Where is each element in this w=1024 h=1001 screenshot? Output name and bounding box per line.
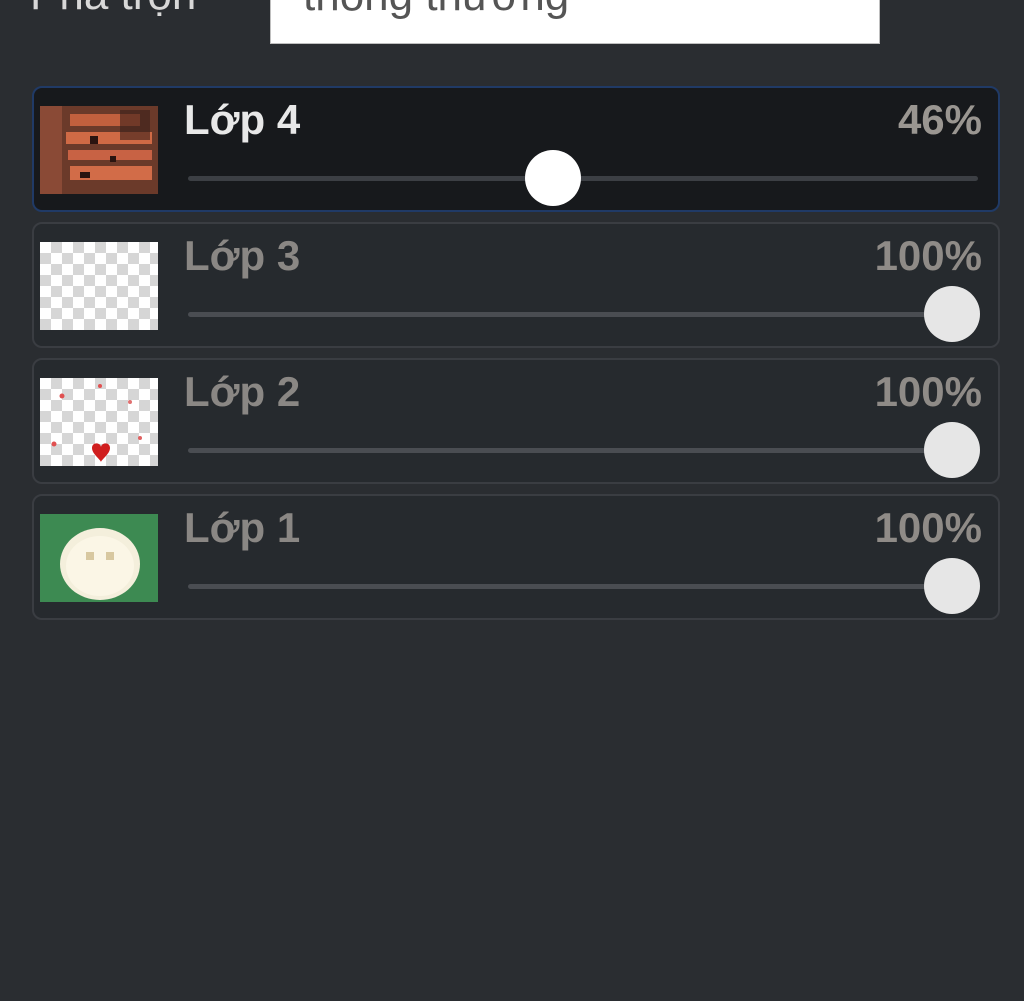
slider-handle[interactable] bbox=[525, 150, 582, 206]
opacity-slider[interactable] bbox=[188, 286, 980, 342]
layer-thumbnail bbox=[40, 242, 158, 330]
layer-thumbnail bbox=[40, 378, 158, 466]
slider-track bbox=[188, 312, 978, 317]
layer-opacity-value: 46% bbox=[897, 96, 982, 143]
layer-item-1[interactable]: Lớp 1 100% bbox=[32, 494, 1000, 620]
slider-track bbox=[188, 176, 978, 181]
layer-opacity-value: 100% bbox=[874, 504, 982, 551]
slider-handle[interactable] bbox=[924, 286, 980, 342]
layer-item-4[interactable]: Lớp 4 46% bbox=[32, 86, 1000, 212]
layers-panel: Pha trộn thông thường bbox=[0, 0, 1024, 1001]
opacity-slider[interactable] bbox=[188, 558, 980, 614]
layer-thumbnail bbox=[40, 106, 158, 194]
blend-mode-label: Pha trộn bbox=[30, 0, 196, 20]
slider-track bbox=[188, 584, 978, 589]
layer-name: Lớp 2 bbox=[184, 368, 301, 415]
layer-list: Lớp 4 46% Lớp 3 100% Lớp 2 100% Lớp 1 10… bbox=[32, 86, 1000, 630]
layer-name: Lớp 3 bbox=[184, 232, 301, 279]
opacity-slider[interactable] bbox=[188, 422, 980, 478]
blend-mode-select[interactable]: thông thường bbox=[270, 0, 880, 44]
layer-item-2[interactable]: Lớp 2 100% bbox=[32, 358, 1000, 484]
layer-thumbnail bbox=[40, 514, 158, 602]
slider-handle[interactable] bbox=[924, 422, 980, 478]
blend-mode-value: thông thường bbox=[303, 0, 569, 21]
layer-item-3[interactable]: Lớp 3 100% bbox=[32, 222, 1000, 348]
layer-name: Lớp 4 bbox=[184, 96, 301, 143]
layer-name: Lớp 1 bbox=[184, 504, 301, 551]
slider-track bbox=[188, 448, 978, 453]
layer-opacity-value: 100% bbox=[874, 368, 982, 415]
blend-mode-row: Pha trộn thông thường bbox=[0, 0, 1024, 46]
slider-handle[interactable] bbox=[924, 558, 980, 614]
layer-opacity-value: 100% bbox=[874, 232, 982, 279]
opacity-slider[interactable] bbox=[188, 150, 978, 206]
